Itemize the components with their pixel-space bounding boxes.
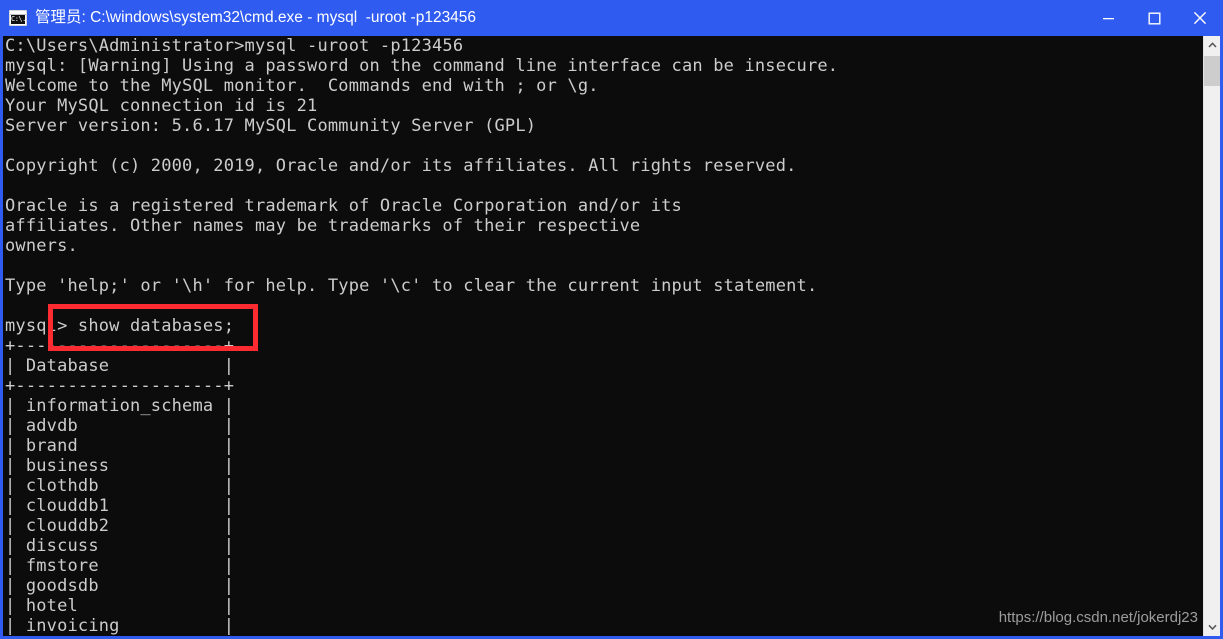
window-titlebar[interactable]: C:\. 管理员: C:\windows\system32\cmd.exe - … bbox=[3, 0, 1220, 36]
console-output-area[interactable]: C:\Users\Administrator>mysql -uroot -p12… bbox=[3, 36, 1203, 636]
minimize-button[interactable] bbox=[1085, 0, 1131, 36]
console-scrollbar[interactable] bbox=[1203, 36, 1220, 636]
close-button[interactable] bbox=[1177, 0, 1220, 36]
cmd-window: C:\. 管理员: C:\windows\system32\cmd.exe - … bbox=[0, 0, 1223, 639]
console-text: C:\Users\Administrator>mysql -uroot -p12… bbox=[5, 36, 839, 636]
maximize-button[interactable] bbox=[1131, 0, 1177, 36]
chevron-up-icon bbox=[1208, 42, 1217, 48]
scrollbar-thumb[interactable] bbox=[1204, 56, 1220, 86]
maximize-icon bbox=[1148, 12, 1161, 25]
close-icon bbox=[1193, 11, 1207, 25]
scrollbar-track[interactable] bbox=[1204, 54, 1220, 618]
watermark-url: https://blog.csdn.net/jokerdj23 bbox=[998, 609, 1198, 626]
icon-screen-text: C:\. bbox=[11, 15, 25, 24]
scrollbar-up-button[interactable] bbox=[1204, 36, 1220, 54]
window-title: 管理员: C:\windows\system32\cmd.exe - mysql… bbox=[35, 9, 477, 26]
minimize-icon bbox=[1102, 17, 1114, 19]
cmd-console-icon: C:\. bbox=[9, 10, 27, 26]
scrollbar-down-button[interactable] bbox=[1204, 618, 1220, 636]
chevron-down-icon bbox=[1208, 624, 1217, 630]
